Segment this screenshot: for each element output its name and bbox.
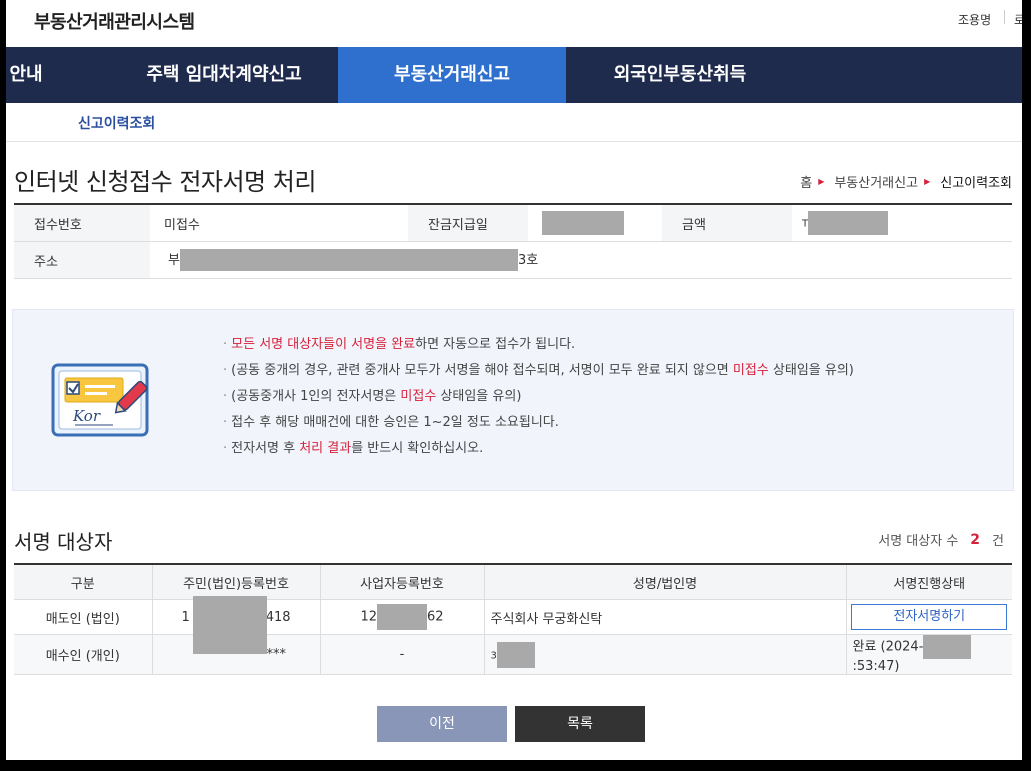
notice-list: · 모든 서명 대상자들이 서명을 완료하면 자동으로 접수가 됩니다. · (공동… <box>223 335 854 465</box>
receipt-number-value: 미접수 <box>150 204 408 242</box>
address-suffix: 3호 <box>517 252 539 268</box>
column-header: 성명/법인명 <box>484 564 847 600</box>
site-title[interactable]: 부동산거래관리시스템 <box>34 8 195 34</box>
prev-button[interactable]: 이전 <box>377 706 507 742</box>
svg-text:Kor: Kor <box>72 407 101 425</box>
signers-count-unit: 건 <box>992 534 1004 549</box>
chevron-right-icon: ▶ <box>818 177 825 186</box>
address-prefix: 부 <box>168 252 180 268</box>
signer-status: 완료 (2024-:53:47) <box>846 634 1012 675</box>
notice-item: · 전자서명 후 처리 결과를 반드시 확인하십시오. <box>223 441 484 456</box>
redacted-block <box>179 249 518 272</box>
redacted-block <box>192 596 267 654</box>
amount-value: T <box>792 204 1012 242</box>
column-header: 서명진행상태 <box>846 564 1012 600</box>
notice-item: · (공동 중개의 경우, 관련 중개사 모두가 서명을 해야 접수되며, 서명이… <box>223 363 854 378</box>
table-row: 매수인 (개인) *** - 3 완료 (2024-:53:47) <box>14 634 1012 675</box>
receipt-number-label: 접수번호 <box>14 204 150 242</box>
signers-table: 구분 주민(법인)등록번호 사업자등록번호 성명/법인명 서명진행상태 매도인 … <box>14 563 1012 675</box>
balance-date-label: 잔금지급일 <box>408 204 528 242</box>
user-separator <box>1004 10 1005 24</box>
amount-label: 금액 <box>662 204 792 242</box>
top-bar: 부동산거래관리시스템 조용명 로 <box>6 0 1022 47</box>
balance-date-value <box>528 204 662 242</box>
table-header-row: 구분 주민(법인)등록번호 사업자등록번호 성명/법인명 서명진행상태 <box>14 564 1012 600</box>
notice-box: Kor · 모든 서명 대상자들이 서명을 완료하면 자동으로 접수가 됩니다. … <box>12 309 1014 491</box>
redacted-block <box>542 211 624 235</box>
page-title: 인터넷 신청접수 전자서명 처리 <box>14 168 316 196</box>
signer-status: 전자서명하기 <box>846 599 1012 635</box>
column-header: 구분 <box>14 564 153 600</box>
breadcrumb-home[interactable]: 홈 <box>800 172 812 191</box>
table-row: 매도인 (법인) 1 418 12 62 주식회사 무궁화신탁 전자서명하기 <box>14 596 1012 654</box>
notice-item: · 모든 서명 대상자들이 서명을 완료하면 자동으로 접수가 됩니다. <box>223 337 576 352</box>
redacted-block <box>808 211 889 235</box>
signer-reg-number: 1 418 <box>152 596 321 654</box>
browser-frame: 부동산거래관리시스템 조용명 로 안내 주택 임대차계약신고 부동산거래신고 외… <box>6 0 1022 760</box>
signers-count-label: 서명 대상자 수 <box>878 534 959 549</box>
redacted-block <box>496 641 535 668</box>
redacted-block <box>923 635 972 659</box>
column-header: 사업자등록번호 <box>320 564 485 600</box>
user-menu-link[interactable]: 로 <box>1014 11 1022 28</box>
signer-name: 3 <box>484 634 847 675</box>
signer-name: 주식회사 무궁화신탁 <box>484 599 847 635</box>
signer-biz-number: 12 62 <box>320 599 485 635</box>
address-label: 주소 <box>14 241 150 279</box>
nav-item-lease-report[interactable]: 주택 임대차계약신고 <box>114 47 334 103</box>
signer-type: 매도인 (법인) <box>14 599 153 635</box>
signers-section-title: 서명 대상자 <box>14 530 113 554</box>
breadcrumb-realestate[interactable]: 부동산거래신고 <box>834 172 918 191</box>
signers-count-number: 2 <box>970 531 981 548</box>
e-sign-button[interactable]: 전자서명하기 <box>851 604 1008 630</box>
sub-nav: 신고이력조회 <box>6 103 1022 142</box>
breadcrumb: 홈 ▶ 부동산거래신고 ▶ 신고이력조회 <box>800 172 1012 191</box>
nav-item-guide[interactable]: 안내 <box>6 47 56 103</box>
column-header: 주민(법인)등록번호 <box>152 564 321 600</box>
redacted-block <box>377 604 427 630</box>
list-button[interactable]: 목록 <box>515 706 645 742</box>
notice-text-red: 모든 서명 대상자들이 서명을 완료 <box>231 337 416 352</box>
notice-item: · (공동중개사 1인의 전자서명은 미접수 상태임을 유의) <box>223 389 522 404</box>
chevron-right-icon: ▶ <box>924 177 931 186</box>
receipt-info-table: 접수번호 미접수 잔금지급일 금액 T 주소 부 3호 <box>14 203 1012 279</box>
e-sign-card-icon: Kor <box>51 363 149 437</box>
signers-count: 서명 대상자 수 2 건 <box>878 530 1004 550</box>
signer-type: 매수인 (개인) <box>14 634 153 675</box>
address-value: 부 3호 <box>150 241 1012 279</box>
breadcrumb-current: 신고이력조회 <box>940 176 1012 191</box>
nav-item-foreigner-acquisition[interactable]: 외국인부동산취득 <box>580 47 780 103</box>
subnav-item-report-history[interactable]: 신고이력조회 <box>78 113 155 133</box>
user-name: 조용명 <box>958 13 992 27</box>
notice-item: · 접수 후 해당 매매건에 대한 승인은 1~2일 정도 소요됩니다. <box>223 415 559 430</box>
main-nav: 안내 주택 임대차계약신고 부동산거래신고 외국인부동산취득 <box>6 47 1022 103</box>
nav-item-realestate-report[interactable]: 부동산거래신고 <box>338 47 566 103</box>
signer-biz-number: - <box>320 634 485 675</box>
